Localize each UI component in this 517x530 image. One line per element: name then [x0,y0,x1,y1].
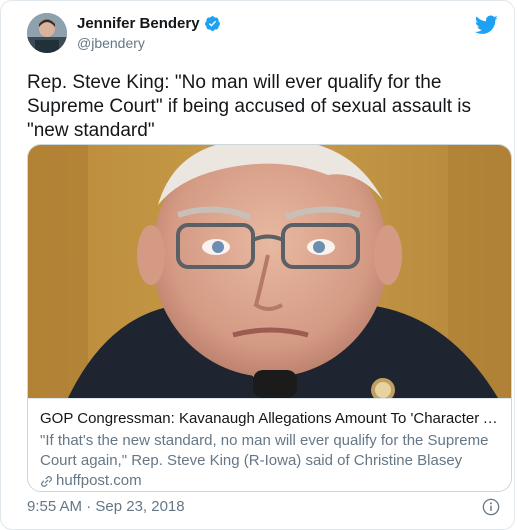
card-body[interactable]: GOP Congressman: Kavanaugh Allegations A… [28,398,511,491]
tweet-timestamp[interactable]: 9:55 AM · Sep 23, 2018 [27,498,185,515]
card-image[interactable] [28,145,512,398]
author-handle[interactable]: @jbendery [77,35,145,51]
tweet-body: Rep. Steve King: "No man will ever quali… [27,72,471,141]
card-domain[interactable]: huffpost.com [40,471,501,491]
verified-badge-icon [204,16,220,31]
link-icon [41,475,52,487]
link-card[interactable]: GOP Congressman: Kavanaugh Allegations A… [27,144,512,492]
card-title[interactable]: GOP Congressman: Kavanaugh Allegations A… [40,409,501,429]
tweet-embed[interactable]: Jennifer Bendery @jbendery Rep. Steve Ki… [0,0,515,530]
avatar[interactable] [27,13,67,53]
author-display-name[interactable]: Jennifer Bendery [77,15,200,32]
info-icon[interactable] [482,498,500,516]
card-description: "If that's the new standard, no man will… [40,432,489,469]
twitter-bird-icon[interactable] [475,15,498,35]
card-domain-text: huffpost.com [56,472,142,489]
